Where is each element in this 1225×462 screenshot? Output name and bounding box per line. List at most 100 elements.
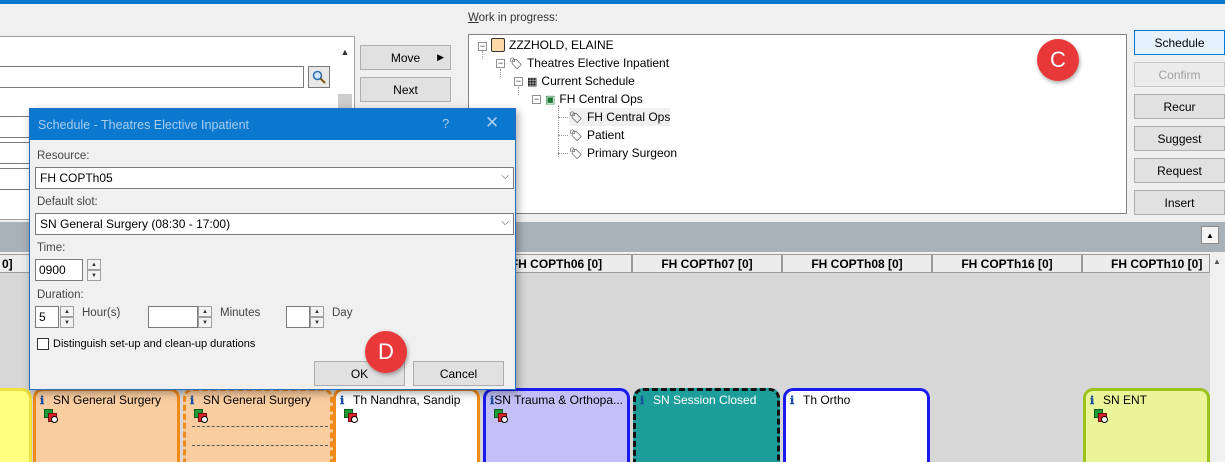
session-block[interactable]: ℹ Th Nandhra, Sandip [333, 388, 480, 462]
next-label: Next [393, 82, 418, 97]
session-status-icon [44, 409, 58, 423]
tree-node-request[interactable]: 🏷 Theatres Elective Inpatient [509, 54, 669, 72]
grid-scrollbar[interactable]: ▲ [1210, 254, 1225, 462]
time-stepper[interactable]: ▲ ▼ [87, 259, 101, 281]
collapse-icon[interactable]: − [478, 42, 487, 51]
stepper-up-icon: ▲ [87, 259, 101, 270]
column-header[interactable]: 0] [0, 254, 31, 273]
column-header[interactable]: FH COPTh07 [0] [632, 254, 782, 273]
cancel-button[interactable]: Cancel [413, 361, 504, 386]
setup-cleanup-checkbox[interactable] [37, 338, 49, 350]
building-icon: ▦ [527, 75, 538, 88]
tree-node-location[interactable]: ▣ FH Central Ops [545, 90, 643, 108]
info-icon[interactable]: ℹ [40, 394, 53, 407]
move-label: Move [390, 50, 421, 65]
session-block[interactable]: ℹ SN ENT [1083, 388, 1210, 462]
stepper-down-icon: ▼ [198, 317, 212, 328]
ticket-icon: 🏷 [509, 57, 523, 70]
info-icon[interactable]: ℹ [640, 394, 653, 407]
work-in-progress-label: Work in progress: [468, 12, 558, 24]
left-field-row[interactable] [0, 142, 30, 164]
day-stepper[interactable]: ▲ ▼ [310, 306, 324, 328]
search-input[interactable] [0, 66, 304, 88]
top-accent-bar [0, 0, 1225, 4]
hours-label: Hour(s) [82, 307, 121, 319]
day-label: Day [332, 307, 353, 319]
day-input[interactable] [286, 306, 310, 328]
stepper-down-icon: ▼ [60, 317, 74, 328]
left-field-row[interactable] [0, 168, 30, 190]
patient-icon [491, 38, 505, 52]
next-button[interactable]: Next [360, 77, 451, 102]
schedule-button[interactable]: Schedule [1134, 30, 1225, 55]
session-block[interactable]: ℹ SN General Surgery [183, 388, 333, 462]
resource-label: Resource: [37, 150, 90, 162]
session-status-icon [494, 409, 508, 423]
session-status-icon [1094, 409, 1108, 423]
info-icon[interactable]: ℹ [790, 394, 803, 407]
tree-node-child[interactable]: 🏷 Patient [569, 126, 624, 144]
help-icon[interactable]: ? [442, 116, 449, 131]
session-block[interactable]: ℹ SN Session Closed [633, 388, 780, 462]
collapse-up-icon[interactable]: ▲ [1201, 226, 1219, 244]
scroll-up-icon[interactable]: ▲ [338, 44, 352, 60]
info-icon[interactable]: ℹ [1090, 394, 1103, 407]
insert-button[interactable]: Insert [1134, 190, 1225, 215]
resource-select[interactable]: FH COPTh05 ⌵ [35, 167, 514, 189]
recur-button[interactable]: Recur [1134, 94, 1225, 119]
close-icon[interactable]: ✕ [485, 113, 499, 133]
minutes-label: Minutes [220, 307, 261, 319]
time-input[interactable]: 0900 [35, 259, 83, 281]
info-icon[interactable]: ℹ [190, 394, 203, 407]
time-label: Time: [37, 242, 66, 254]
collapse-icon[interactable]: − [496, 59, 505, 68]
tree-node-child[interactable]: 🏷 Primary Surgeon [569, 144, 677, 162]
collapse-icon[interactable]: − [514, 77, 523, 86]
ticket-icon: 🏷 [569, 147, 583, 160]
ticket-icon: 🏷 [569, 111, 583, 124]
hospital-icon: ▣ [545, 93, 556, 106]
callout-d: D [365, 331, 407, 373]
tree-node-schedule[interactable]: ▦ Current Schedule [527, 72, 635, 90]
stepper-up-icon: ▲ [198, 306, 212, 317]
confirm-button[interactable]: Confirm [1134, 62, 1225, 87]
triangle-right-icon: ▶ [437, 52, 444, 62]
magnifier-icon [312, 70, 326, 84]
duration-label: Duration: [37, 289, 84, 301]
request-button[interactable]: Request [1134, 158, 1225, 183]
session-block[interactable]: ℹ Th Ortho [783, 388, 930, 462]
session-block[interactable]: ℹ SN General Surgery [33, 388, 180, 462]
column-header[interactable]: FH COPTh08 [0] [782, 254, 932, 273]
chevron-down-icon: ⌵ [501, 171, 509, 182]
ticket-icon: 🏷 [569, 129, 583, 142]
search-button[interactable] [308, 66, 330, 88]
chevron-down-icon: ⌵ [501, 217, 509, 228]
left-field-row[interactable] [0, 116, 30, 138]
move-button[interactable]: Move ▶ [360, 45, 451, 70]
minutes-input[interactable] [148, 306, 198, 328]
tree-node-patient[interactable]: ZZZHOLD, ELAINE [491, 36, 614, 54]
tree-node-child[interactable]: 🏷 FH Central Ops [569, 108, 671, 126]
collapse-icon[interactable]: − [532, 95, 541, 104]
stepper-up-icon: ▲ [60, 306, 74, 317]
session-block[interactable]: ℹ SN Trauma & Orthopa... [483, 388, 630, 462]
session-status-icon [194, 409, 208, 423]
dialog-title: Schedule - Theatres Elective Inpatient [38, 117, 250, 132]
session-block[interactable] [0, 388, 32, 462]
minutes-stepper[interactable]: ▲ ▼ [198, 306, 212, 328]
stepper-down-icon: ▼ [87, 270, 101, 281]
stepper-up-icon: ▲ [310, 306, 324, 317]
work-in-progress-tree: − ZZZHOLD, ELAINE − 🏷 Theatres Elective … [468, 34, 1127, 214]
callout-c: C [1037, 39, 1079, 81]
hours-stepper[interactable]: ▲ ▼ [60, 306, 74, 328]
scroll-up-icon[interactable]: ▲ [1213, 257, 1221, 266]
default-slot-select[interactable]: SN General Surgery (08:30 - 17:00) ⌵ [35, 213, 514, 235]
suggest-button[interactable]: Suggest [1134, 126, 1225, 151]
setup-cleanup-label: Distinguish set-up and clean-up duration… [53, 338, 256, 350]
column-header[interactable]: FH COPTh16 [0] [932, 254, 1082, 273]
info-icon[interactable]: ℹ [340, 394, 353, 407]
column-header[interactable]: FH COPTh10 [0] [1082, 254, 1210, 273]
schedule-dialog: Schedule - Theatres Elective Inpatient ?… [29, 108, 516, 390]
session-status-icon [344, 409, 358, 423]
hours-input[interactable]: 5 [35, 306, 59, 328]
